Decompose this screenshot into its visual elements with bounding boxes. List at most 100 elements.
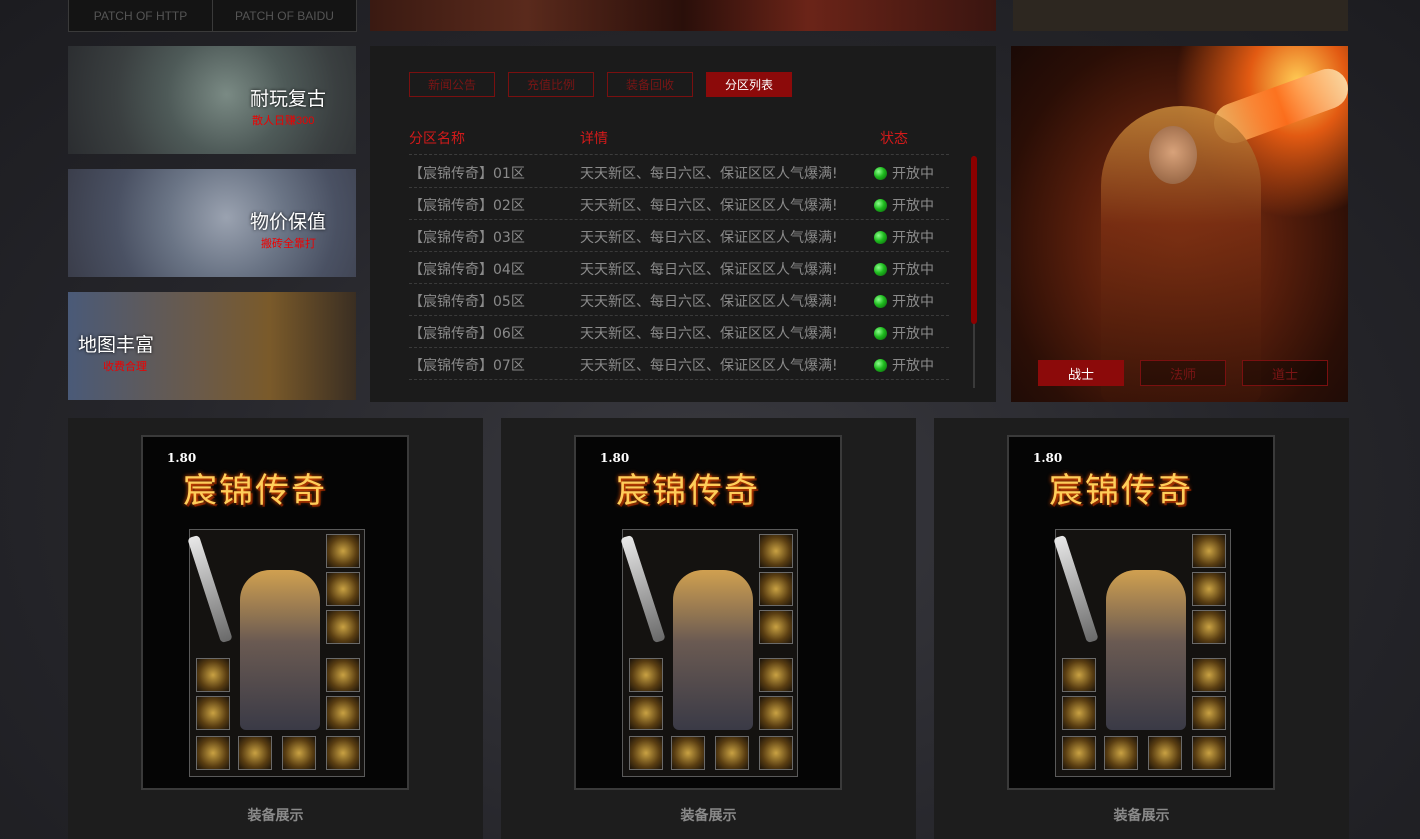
- tab-server-list[interactable]: 分区列表: [706, 72, 792, 97]
- game-logo: 1.80 宸锦传奇: [167, 451, 373, 515]
- bracelet-left-slot-icon: [629, 658, 663, 692]
- equipment-card[interactable]: 1.80 宸锦传奇 装备展示: [934, 418, 1349, 839]
- status-dot-icon: [874, 262, 887, 276]
- tab-recharge-ratio[interactable]: 充值比例: [508, 72, 594, 97]
- class-taoist-button[interactable]: 道士: [1242, 360, 1328, 386]
- logo-title: 宸锦传奇: [1049, 471, 1193, 511]
- server-detail: 天天新区、每日六区、保证区区人气爆满!: [580, 166, 838, 182]
- server-status: 开放中: [874, 355, 934, 375]
- ring-right-slot-icon: [759, 696, 793, 730]
- feature-subtitle: 搬砖全靠打: [261, 238, 316, 250]
- server-detail: 天天新区、每日六区、保证区区人气爆满!: [580, 358, 838, 374]
- class-warrior-button[interactable]: 战士: [1038, 360, 1124, 386]
- card-caption: 装备展示: [247, 808, 304, 824]
- belt-slot-icon: [1104, 736, 1138, 770]
- server-detail: 天天新区、每日六区、保证区区人气爆满!: [580, 230, 838, 246]
- status-label: 开放中: [892, 326, 934, 342]
- equipment-grid: [187, 529, 365, 777]
- table-row[interactable]: 【宸锦传奇】04区 天天新区、每日六区、保证区区人气爆满! 开放中: [409, 252, 949, 284]
- bracelet-left-slot-icon: [1062, 658, 1096, 692]
- feature-tile-maps[interactable]: 地图丰富 收费合理: [68, 292, 356, 400]
- header-divider: [409, 154, 949, 155]
- server-name: 【宸锦传奇】07区: [409, 358, 525, 374]
- server-status: 开放中: [874, 163, 934, 183]
- scrollbar-thumb[interactable]: [971, 156, 977, 324]
- equipment-screenshot: 1.80 宸锦传奇: [574, 435, 842, 790]
- equipment-grid: [1053, 529, 1231, 777]
- boots-slot-icon: [282, 736, 316, 770]
- logo-title: 宸锦传奇: [616, 471, 760, 511]
- feature-subtitle: 收费合理: [103, 361, 147, 373]
- equipment-card[interactable]: 1.80 宸锦传奇 装备展示: [501, 418, 916, 839]
- bracelet-left-slot-icon: [196, 658, 230, 692]
- warrior-head-image: [1149, 126, 1197, 184]
- status-label: 开放中: [892, 166, 934, 182]
- feature-title: 物价保值: [250, 212, 327, 233]
- helmet-slot-icon: [1192, 534, 1226, 568]
- class-mage-button[interactable]: 法师: [1140, 360, 1226, 386]
- necklace-slot-icon: [1192, 572, 1226, 606]
- feature-title: 地图丰富: [78, 335, 155, 356]
- tab-news[interactable]: 新闻公告: [409, 72, 495, 97]
- server-detail: 天天新区、每日六区、保证区区人气爆满!: [580, 198, 838, 214]
- table-row[interactable]: 【宸锦传奇】07区 天天新区、每日六区、保证区区人气爆满! 开放中: [409, 348, 949, 380]
- top-banner-image: [370, 0, 996, 31]
- status-label: 开放中: [892, 358, 934, 374]
- patch-download-bar: PATCH OF HTTP PATCH OF BAIDU: [68, 0, 357, 32]
- server-status: 开放中: [874, 291, 934, 311]
- status-dot-icon: [874, 230, 887, 244]
- medal-slot-icon: [326, 610, 360, 644]
- status-label: 开放中: [892, 294, 934, 310]
- server-detail: 天天新区、每日六区、保证区区人气爆满!: [580, 294, 838, 310]
- table-row[interactable]: 【宸锦传奇】03区 天天新区、每日六区、保证区区人气爆满! 开放中: [409, 220, 949, 252]
- header-server-name: 分区名称: [409, 131, 465, 147]
- necklace-slot-icon: [759, 572, 793, 606]
- server-detail: 天天新区、每日六区、保证区区人气爆满!: [580, 326, 838, 342]
- class-selector: 战士 法师 道士: [1038, 360, 1328, 386]
- sword-icon: [1053, 534, 1099, 644]
- feature-tile-value[interactable]: 物价保值 搬砖全靠打: [68, 169, 356, 277]
- belt-slot-icon: [671, 736, 705, 770]
- server-detail: 天天新区、每日六区、保证区区人气爆满!: [580, 262, 838, 278]
- table-row[interactable]: 【宸锦传奇】02区 天天新区、每日六区、保证区区人气爆满! 开放中: [409, 188, 949, 220]
- ring-right-slot-icon: [326, 696, 360, 730]
- ring-left-slot-icon: [1062, 696, 1096, 730]
- charm-slot-icon: [1062, 736, 1096, 770]
- server-name: 【宸锦传奇】02区: [409, 198, 525, 214]
- helmet-slot-icon: [759, 534, 793, 568]
- medal-slot-icon: [1192, 610, 1226, 644]
- logo-title: 宸锦传奇: [183, 471, 327, 511]
- tab-equipment-recycle[interactable]: 装备回收: [607, 72, 693, 97]
- feature-tile-retro[interactable]: 耐玩复古 散人日赚300: [68, 46, 356, 154]
- gem-slot-icon: [326, 736, 360, 770]
- feature-subtitle: 散人日赚300: [252, 115, 315, 127]
- gem-slot-icon: [759, 736, 793, 770]
- card-caption: 装备展示: [680, 808, 737, 824]
- game-logo: 1.80 宸锦传奇: [1033, 451, 1239, 515]
- table-row[interactable]: 【宸锦传奇】05区 天天新区、每日六区、保证区区人气爆满! 开放中: [409, 284, 949, 316]
- header-detail: 详情: [580, 131, 608, 147]
- bracelet-right-slot-icon: [759, 658, 793, 692]
- equipment-card[interactable]: 1.80 宸锦传奇 装备展示: [68, 418, 483, 839]
- patch-http-button[interactable]: PATCH OF HTTP: [69, 0, 213, 31]
- server-name: 【宸锦传奇】01区: [409, 166, 525, 182]
- server-status: 开放中: [874, 227, 934, 247]
- armor-figure: [240, 570, 320, 730]
- gem-slot-icon: [1192, 736, 1226, 770]
- boots-slot-icon: [715, 736, 749, 770]
- charm-slot-icon: [629, 736, 663, 770]
- server-status: 开放中: [874, 323, 934, 343]
- table-row[interactable]: 【宸锦传奇】06区 天天新区、每日六区、保证区区人气爆满! 开放中: [409, 316, 949, 348]
- panel-tabs: 新闻公告 充值比例 装备回收 分区列表: [409, 72, 792, 97]
- medal-slot-icon: [759, 610, 793, 644]
- necklace-slot-icon: [326, 572, 360, 606]
- top-right-panel: [1013, 0, 1348, 31]
- patch-baidu-button[interactable]: PATCH OF BAIDU: [213, 0, 356, 31]
- server-rows: 【宸锦传奇】01区 天天新区、每日六区、保证区区人气爆满! 开放中 【宸锦传奇】…: [409, 156, 949, 380]
- server-name: 【宸锦传奇】06区: [409, 326, 525, 342]
- card-caption: 装备展示: [1113, 808, 1170, 824]
- status-label: 开放中: [892, 230, 934, 246]
- status-dot-icon: [874, 166, 887, 180]
- table-row[interactable]: 【宸锦传奇】01区 天天新区、每日六区、保证区区人气爆满! 开放中: [409, 156, 949, 188]
- bracelet-right-slot-icon: [326, 658, 360, 692]
